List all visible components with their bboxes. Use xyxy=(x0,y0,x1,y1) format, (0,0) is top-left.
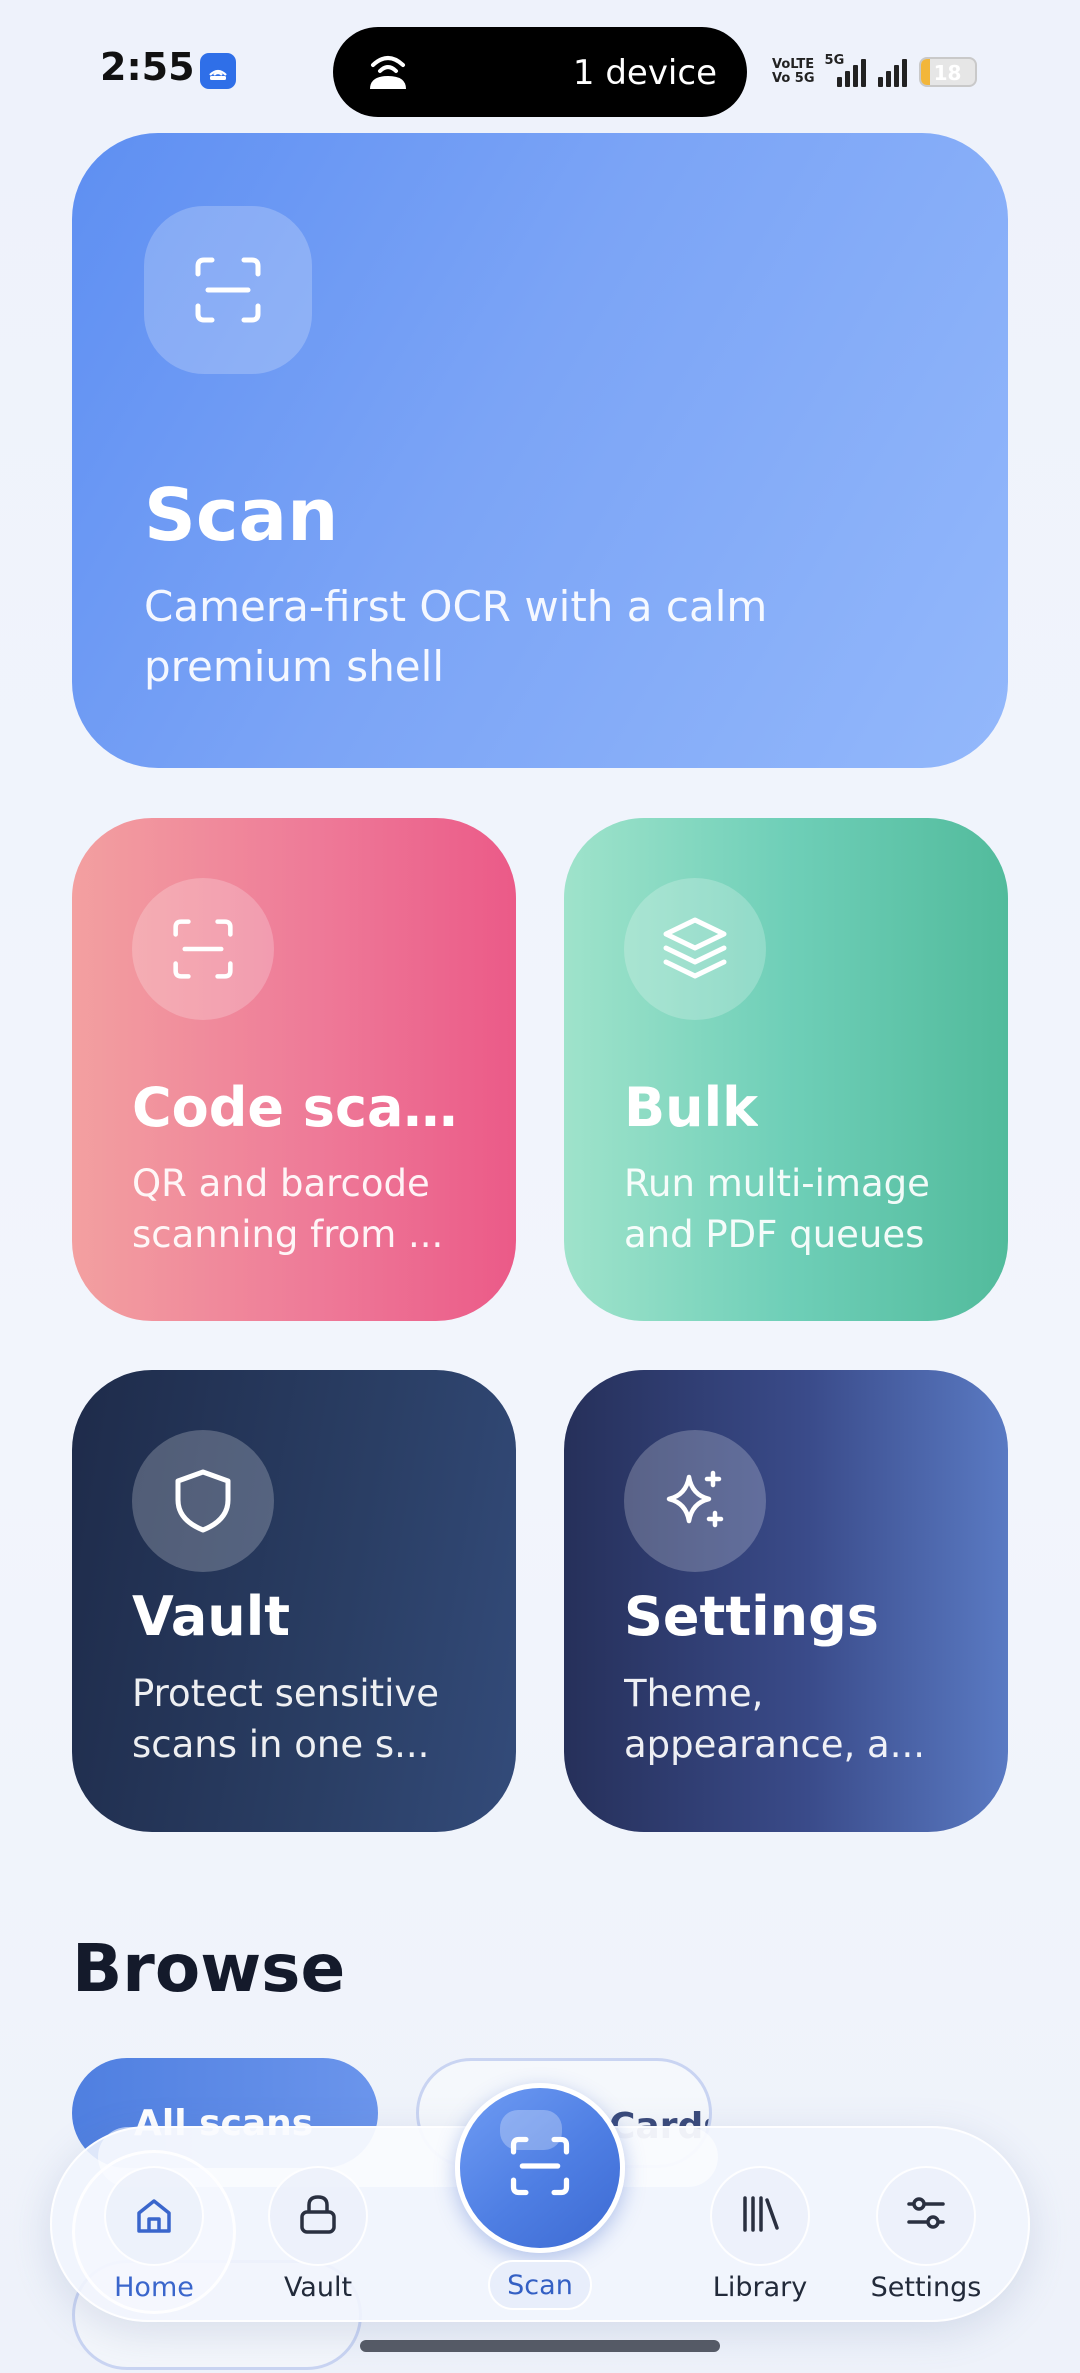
scan-frame-icon xyxy=(132,878,274,1020)
nav-label-vault: Vault xyxy=(283,2272,353,2303)
settings-card-title: Settings xyxy=(624,1585,879,1648)
browse-heading: Browse xyxy=(72,1930,346,2007)
home-indicator[interactable] xyxy=(360,2340,720,2352)
status-bar: 2:55 1 device VoLTE Vo 5G 5G 18 xyxy=(0,0,1080,130)
sparkles-icon xyxy=(624,1430,766,1572)
cast-app-icon xyxy=(200,53,236,89)
signal-5g-icon: 5G xyxy=(825,53,866,87)
hotspot-icon xyxy=(363,49,413,97)
bulk-card[interactable]: Bulk Run multi-image and PDF queues xyxy=(564,818,1008,1321)
nav-scan-button[interactable] xyxy=(455,2083,625,2253)
vault-card[interactable]: Vault Protect sensitive scans in one s..… xyxy=(72,1370,516,1832)
signal-icon xyxy=(877,57,907,87)
code-scan-card[interactable]: Code scan... QR and barcode scanning fro… xyxy=(72,818,516,1321)
code-scan-card-subtitle: QR and barcode scanning from ... xyxy=(132,1162,444,1256)
scan-card-title: Scan xyxy=(144,473,339,557)
settings-card[interactable]: Settings Theme, appearance, a... xyxy=(564,1370,1008,1832)
code-scan-card-title: Code scan... xyxy=(132,1076,472,1139)
vault-card-title: Vault xyxy=(132,1585,291,1648)
battery-icon: 18 xyxy=(918,57,977,87)
vault-card-subtitle: Protect sensitive scans in one s... xyxy=(132,1672,440,1766)
island-device-count: 1 device xyxy=(572,53,717,93)
library-books-icon xyxy=(739,2194,781,2238)
status-time: 2:55 xyxy=(100,45,195,89)
volte-indicator: VoLTE Vo 5G xyxy=(772,57,815,86)
nav-label-settings: Settings xyxy=(870,2272,982,2303)
nav-label-scan: Scan xyxy=(488,2260,592,2310)
status-indicators: VoLTE Vo 5G 5G 18 xyxy=(772,52,977,92)
scan-card[interactable]: Scan Camera-first OCR with a calm premiu… xyxy=(72,133,1008,768)
bulk-card-subtitle: Run multi-image and PDF queues xyxy=(624,1162,930,1256)
nav-library-button[interactable] xyxy=(710,2166,810,2266)
scan-card-subtitle: Camera-first OCR with a calm premium she… xyxy=(144,582,768,691)
bulk-card-title: Bulk xyxy=(624,1076,759,1139)
nav-vault-button[interactable] xyxy=(268,2166,368,2266)
shield-icon xyxy=(132,1430,274,1572)
nav-settings-button[interactable] xyxy=(876,2166,976,2266)
nav-label-home: Home xyxy=(114,2272,194,2303)
settings-card-subtitle: Theme, appearance, a... xyxy=(624,1672,926,1766)
lock-icon xyxy=(298,2192,338,2240)
layers-icon xyxy=(624,878,766,1020)
scan-frame-icon xyxy=(144,206,312,374)
scan-frame-icon xyxy=(510,2136,570,2200)
dynamic-island[interactable]: 1 device xyxy=(333,27,747,117)
nav-label-library: Library xyxy=(712,2272,808,2303)
home-icon xyxy=(104,2166,204,2266)
sliders-icon xyxy=(905,2194,947,2238)
